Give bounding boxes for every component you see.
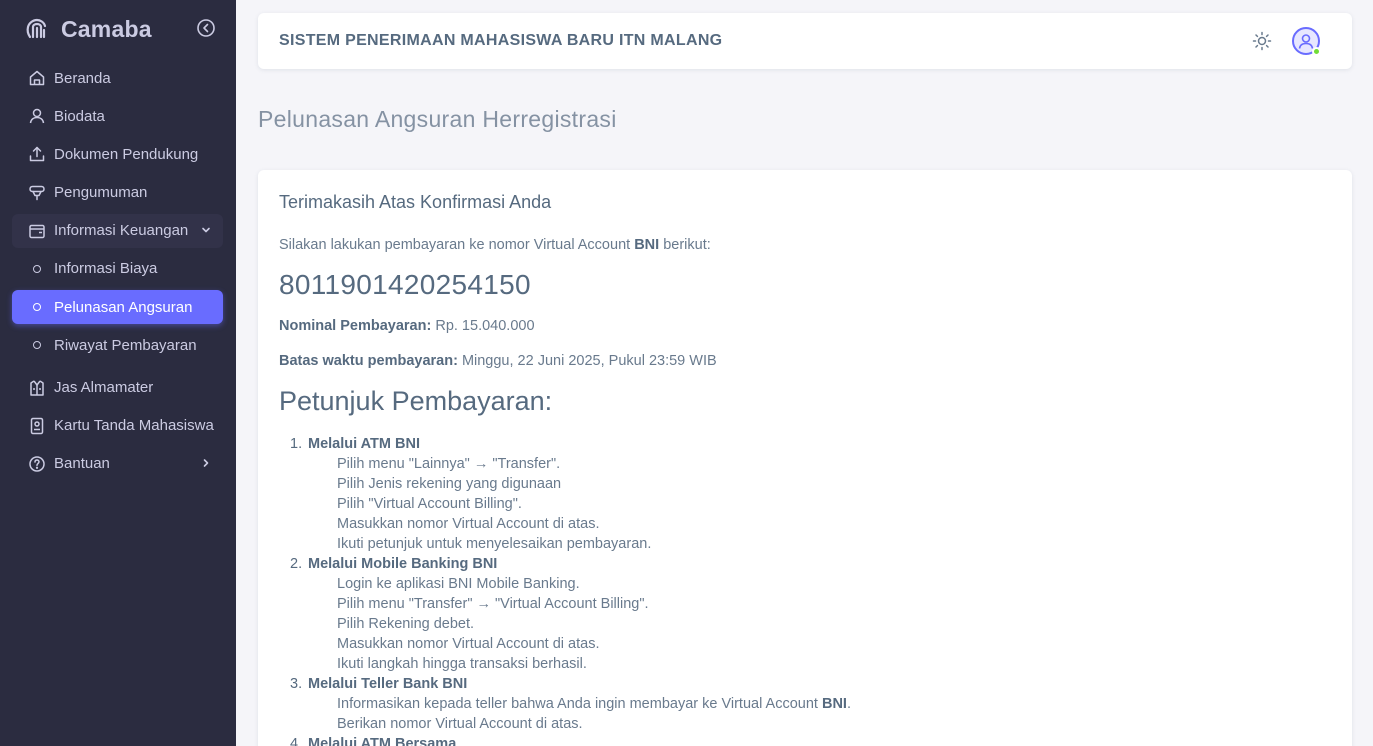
virtual-account-number: 8011901420254150 [279,269,531,300]
sidebar-item-bantuan[interactable]: Bantuan [12,447,223,481]
list-item: Masukkan nomor Virtual Account di atas. [337,636,600,652]
sidebar-item-label: Riwayat Pembayaran [54,336,197,354]
navbar-title: SISTEM PENERIMAAN MAHASISWA BARU ITN MAL… [279,32,723,49]
sidebar: Camaba Beranda Biodata Dokumen Pendukung [0,0,236,746]
chevron-right-icon [199,456,213,470]
page-title: Pelunasan Angsuran Herregistrasi [258,106,617,132]
list-item: Pilih "Virtual Account Billing". [337,496,522,512]
payment-method: 3. Melalui Teller Bank BNI Informasikan … [279,674,1329,734]
list-item: Login ke aplikasi BNI Mobile Banking. [337,576,580,592]
sidebar-item-biodata[interactable]: Biodata [12,99,223,133]
circle-icon [28,298,46,316]
home-icon [28,69,46,87]
sidebar-item-informasi-keuangan[interactable]: Informasi Keuangan [12,213,223,248]
list-item: Informasikan kepada teller bahwa Anda in… [337,696,851,712]
sun-icon[interactable] [1252,31,1272,51]
circle-icon [28,336,46,354]
brand[interactable]: Camaba [24,14,220,44]
shirt-icon [28,379,46,397]
logo-icon [24,16,50,42]
sidebar-subitem-informasi-biaya[interactable]: Informasi Biaya [12,252,223,286]
payment-method: 4. Melalui ATM Bersama [279,734,1329,746]
method-title: Melalui Teller Bank BNI [308,676,468,692]
payment-card: Terimakasih Atas Konfirmasi Anda Silakan… [258,170,1352,746]
sidebar-subitem-pelunasan-angsuran[interactable]: Pelunasan Angsuran [12,290,223,325]
method-title: Melalui Mobile Banking BNI [308,556,498,572]
sidebar-item-label: Pengumuman [54,184,148,202]
card-title: Terimakasih Atas Konfirmasi Anda [279,192,552,212]
payment-method: 2. Melalui Mobile Banking BNI Login ke a… [279,554,1329,674]
sidebar-item-label: Informasi Biaya [54,260,158,278]
sidebar-item-label: Biodata [54,107,105,125]
payment-nominal: Nominal Pembayaran: Rp. 15.040.000 [279,318,535,334]
sidebar-item-label: Bantuan [54,455,110,473]
finance-icon [28,222,46,240]
list-item: Berikan nomor Virtual Account di atas. [337,716,583,732]
payment-deadline: Batas waktu pembayaran: Minggu, 22 Juni … [279,353,717,369]
list-item: Pilih Rekening debet. [337,616,475,632]
list-item: Pilih Jenis rekening yang digunaan [337,476,562,492]
payment-guide-title: Petunjuk Pembayaran: [279,386,553,416]
top-navbar: SISTEM PENERIMAAN MAHASISWA BARU ITN MAL… [258,13,1352,69]
list-item: Pilih menu "Transfer" → "Virtual Account… [337,596,649,612]
upload-icon [28,145,46,163]
announcement-icon [28,184,46,202]
sidebar-item-label: Kartu Tanda Mahasiswa [54,417,214,435]
circle-icon [28,260,46,278]
sidebar-item-kartu-tanda-mahasiswa[interactable]: Kartu Tanda Mahasiswa [12,409,223,443]
sidebar-item-label: Beranda [54,69,111,87]
chevron-down-icon [199,223,213,237]
sidebar-nav: Beranda Biodata Dokumen Pendukung Pengum… [12,61,223,485]
list-item: Ikuti langkah hingga transaksi berhasil. [337,656,587,672]
list-item: Pilih menu "Lainnya" → "Transfer". [337,456,561,472]
sidebar-subitem-riwayat-pembayaran[interactable]: Riwayat Pembayaran [12,328,223,362]
user-icon [28,107,46,125]
sidebar-item-label: Pelunasan Angsuran [54,298,193,316]
method-title: Melalui ATM Bersama [308,736,457,746]
sidebar-item-label: Jas Almamater [54,379,154,396]
brand-name: Camaba [61,15,152,42]
id-card-icon [28,417,46,435]
payment-instruction: Silakan lakukan pembayaran ke nomor Virt… [279,237,711,253]
list-item: Masukkan nomor Virtual Account di atas. [337,516,600,532]
sidebar-item-label: Informasi Keuangan [54,222,189,240]
sidebar-item-beranda[interactable]: Beranda [12,61,223,95]
collapse-sidebar-icon[interactable] [196,18,216,38]
method-title: Melalui ATM BNI [308,436,420,452]
sidebar-item-dokumen-pendukung[interactable]: Dokumen Pendukung [12,137,223,171]
list-item: Ikuti petunjuk untuk menyelesaikan pemba… [337,536,652,552]
payment-method: 1. Melalui ATM BNI Pilih menu "Lainnya" … [279,434,1329,554]
sidebar-item-pengumuman[interactable]: Pengumuman [12,176,223,210]
sidebar-item-jas-almamater[interactable]: Jas Almamater [12,371,223,405]
payment-methods-list: 1. Melalui ATM BNI Pilih menu "Lainnya" … [279,434,1329,746]
help-icon [28,455,46,473]
online-status-dot [1312,47,1321,56]
avatar[interactable] [1292,27,1321,56]
sidebar-item-label: Dokumen Pendukung [54,145,199,163]
